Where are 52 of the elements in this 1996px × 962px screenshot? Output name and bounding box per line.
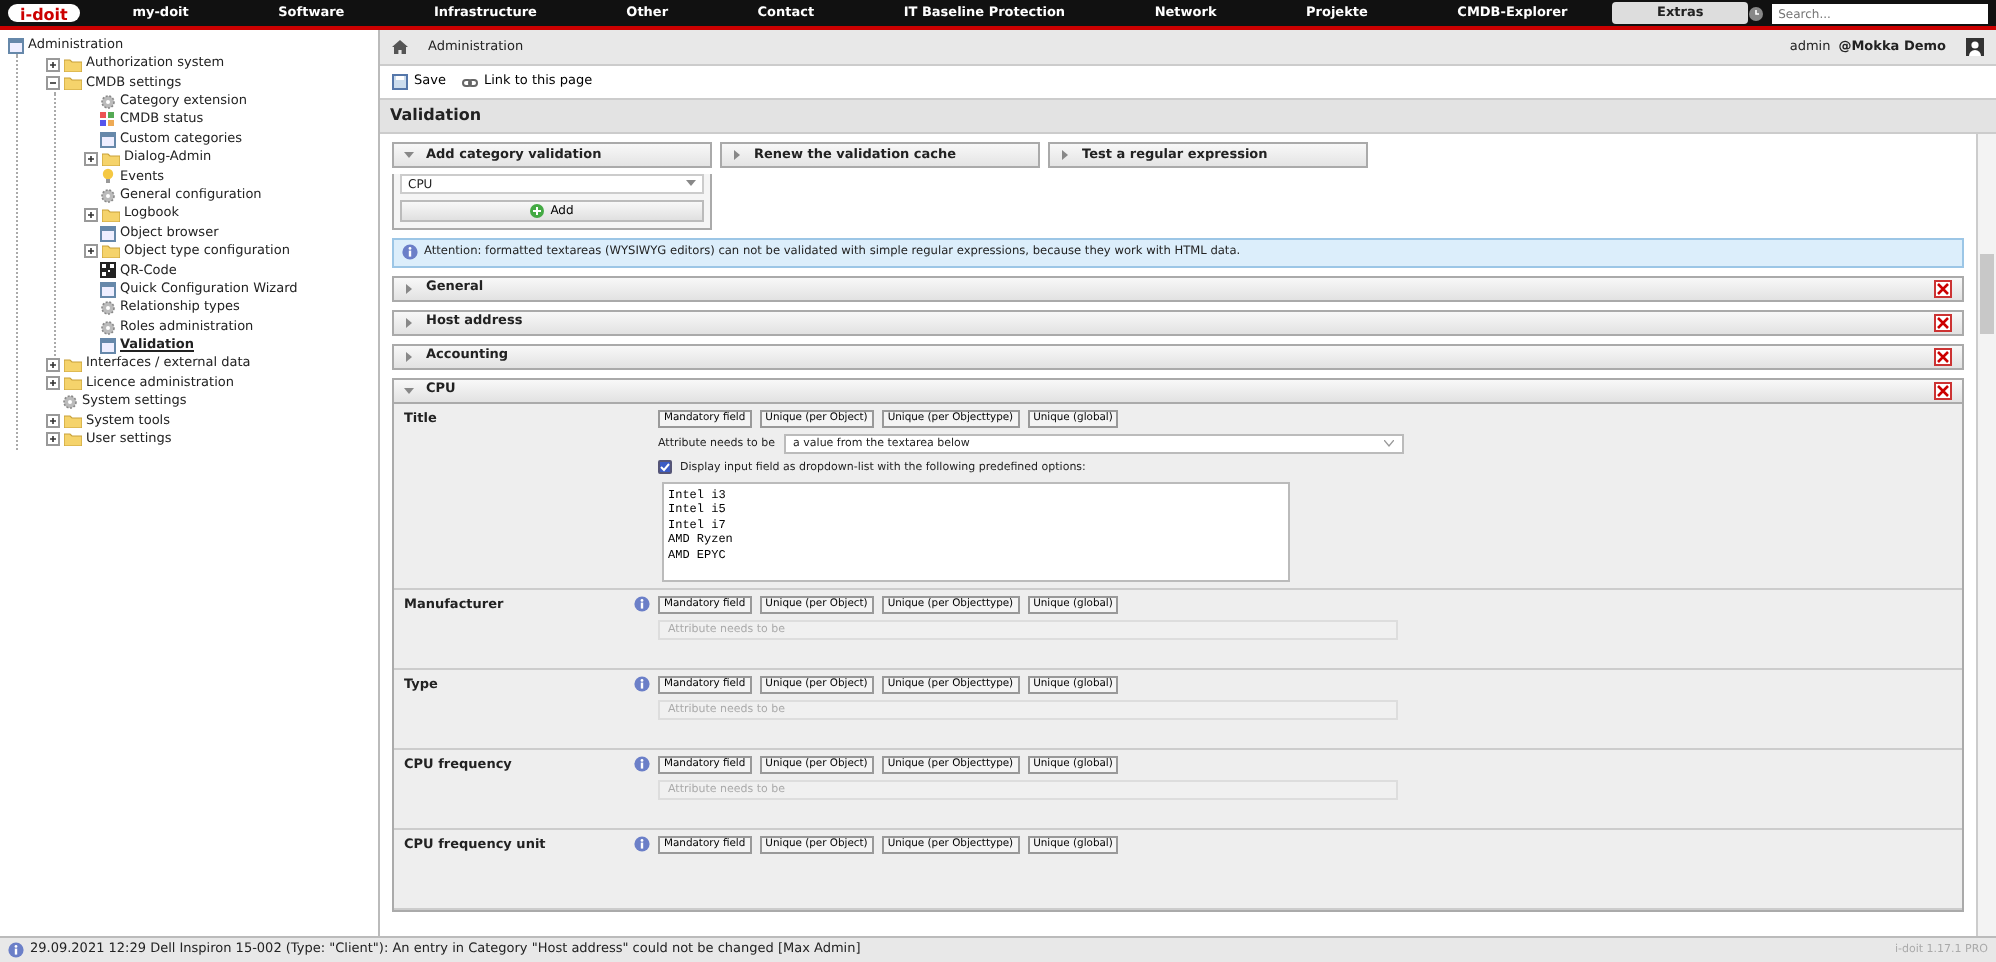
expand-icon[interactable] — [84, 244, 98, 259]
qr-code-icon — [100, 262, 116, 279]
caret-down-icon — [686, 180, 696, 188]
window-icon — [100, 225, 116, 242]
gear-icon — [62, 394, 78, 411]
window-icon — [100, 131, 116, 148]
caret-down-icon — [1383, 439, 1394, 448]
save-icon — [392, 74, 408, 90]
grid-icon — [100, 112, 116, 129]
expand-icon[interactable] — [84, 151, 98, 166]
plus-icon — [530, 204, 545, 218]
collapse-icon[interactable] — [46, 75, 60, 90]
info-icon — [8, 942, 24, 958]
home-icon — [392, 40, 408, 54]
page-title: Validation — [380, 100, 1996, 134]
window-icon — [8, 37, 24, 54]
expand-icon[interactable] — [46, 414, 60, 428]
caret-right-icon — [404, 283, 414, 294]
window-icon — [100, 337, 116, 354]
close-button[interactable] — [1934, 347, 1952, 366]
scrollbar[interactable] — [1976, 134, 1996, 936]
info-icon — [634, 756, 650, 773]
link-icon — [461, 77, 478, 87]
window-icon — [100, 281, 116, 298]
folder-icon — [102, 207, 120, 222]
user-icon — [1966, 38, 1984, 56]
caret-down-icon — [404, 150, 414, 160]
gear-icon — [100, 93, 116, 110]
close-button[interactable] — [1934, 381, 1952, 400]
close-button[interactable] — [1934, 313, 1952, 332]
clock-icon — [1748, 5, 1765, 21]
caret-right-icon — [732, 150, 742, 160]
info-icon — [634, 836, 650, 853]
caret-down-icon — [404, 385, 414, 396]
expand-icon[interactable] — [46, 432, 60, 447]
folder-icon — [102, 244, 120, 259]
folder-icon — [102, 151, 120, 166]
expand-icon[interactable] — [46, 57, 60, 72]
expand-icon[interactable] — [84, 207, 98, 222]
gear-icon — [100, 187, 116, 204]
info-icon — [634, 596, 650, 613]
info-icon — [402, 244, 418, 261]
expand-icon[interactable] — [46, 376, 60, 391]
caret-right-icon — [404, 317, 414, 328]
logo[interactable]: i-doit — [8, 4, 80, 22]
info-icon — [634, 676, 650, 693]
bulb-icon — [100, 168, 116, 185]
caret-right-icon — [404, 351, 414, 362]
checkbox[interactable] — [658, 460, 672, 475]
close-button[interactable] — [1934, 279, 1952, 298]
expand-icon[interactable] — [46, 357, 60, 372]
caret-right-icon — [1060, 150, 1070, 160]
